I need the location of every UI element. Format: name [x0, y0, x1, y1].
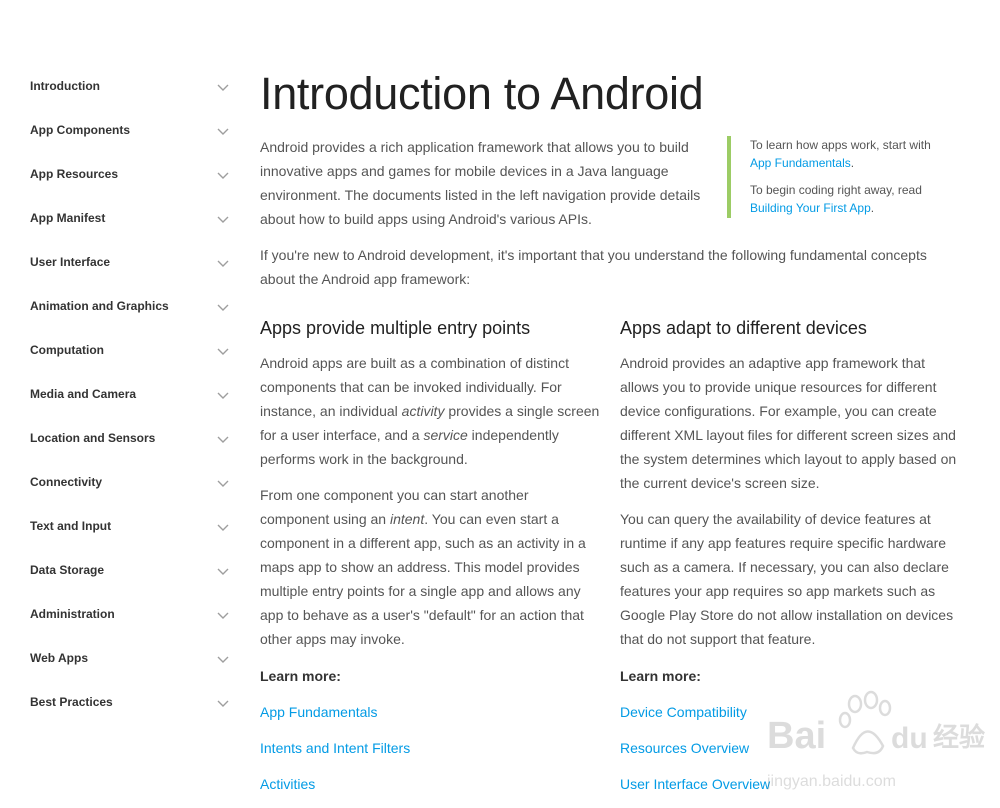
learn-more-links: Device Compatibility Resources Overview …	[620, 700, 960, 796]
sidebar-item-label: App Manifest	[30, 211, 106, 225]
section-heading: Apps adapt to different devices	[620, 318, 867, 338]
sidebar-item-user-interface[interactable]: User Interface	[0, 242, 240, 286]
sidebar-item-media-and-camera[interactable]: Media and Camera	[0, 374, 240, 418]
sidebar-item-animation-and-graphics[interactable]: Animation and Graphics	[0, 286, 240, 330]
callout-text: To begin coding right away, read	[750, 183, 922, 197]
chevron-down-icon	[217, 392, 229, 399]
learn-more-link-activities[interactable]: Activities	[260, 772, 600, 796]
chevron-down-icon	[217, 260, 229, 267]
building-first-app-link[interactable]: Building Your First App	[750, 201, 871, 215]
sidebar-item-label: Animation and Graphics	[30, 299, 169, 313]
chevron-down-icon	[217, 656, 229, 663]
chevron-down-icon	[217, 524, 229, 531]
main-content: Introduction to Android Android provides…	[260, 0, 980, 800]
sidebar-item-label: Administration	[30, 607, 115, 621]
sidebar-item-label: Data Storage	[30, 563, 105, 577]
chevron-down-icon	[217, 304, 229, 311]
chevron-down-icon	[217, 172, 229, 179]
callout-line-1: To learn how apps work, start with App F…	[750, 138, 931, 170]
concepts-intro-paragraph: If you're new to Android development, it…	[260, 247, 927, 287]
chevron-down-icon	[217, 348, 229, 355]
page-title: Introduction to Android	[260, 68, 704, 119]
learn-more-label: Learn more:	[260, 668, 341, 684]
chevron-down-icon	[217, 568, 229, 575]
emphasis-text: service	[423, 427, 468, 443]
app-fundamentals-link[interactable]: App Fundamentals	[750, 156, 851, 170]
section-paragraph: From one component you can start another…	[260, 483, 600, 651]
sidebar-item-location-and-sensors[interactable]: Location and Sensors	[0, 418, 240, 462]
chevron-down-icon	[217, 612, 229, 619]
sidebar-item-administration[interactable]: Administration	[0, 594, 240, 638]
learn-more-link-app-fundamentals[interactable]: App Fundamentals	[260, 700, 600, 724]
callout-box: To learn how apps work, start with App F…	[727, 136, 980, 218]
learn-more-link-resources-overview[interactable]: Resources Overview	[620, 736, 960, 760]
intro-paragraph: Android provides a rich application fram…	[260, 139, 701, 227]
sidebar-item-label: Web Apps	[30, 651, 89, 665]
sidebar-item-label: Best Practices	[30, 695, 113, 709]
sidebar-item-label: App Components	[30, 123, 130, 137]
section-paragraph: Android apps are built as a combination …	[260, 351, 600, 471]
learn-more-link-intents[interactable]: Intents and Intent Filters	[260, 736, 600, 760]
sidebar-item-computation[interactable]: Computation	[0, 330, 240, 374]
learn-more-link-ui-overview[interactable]: User Interface Overview	[620, 772, 960, 796]
sidebar-item-label: App Resources	[30, 167, 119, 181]
section-paragraph: Android provides an adaptive app framewo…	[620, 355, 957, 491]
section-heading: Apps provide multiple entry points	[260, 318, 531, 338]
sidebar-item-label: Connectivity	[30, 475, 103, 489]
sidebar-item-label: Location and Sensors	[30, 431, 156, 445]
emphasis-text: activity	[401, 403, 445, 419]
sidebar-item-label: Text and Input	[30, 519, 112, 533]
sidebar-item-connectivity[interactable]: Connectivity	[0, 462, 240, 506]
sidebar-item-label: Introduction	[30, 79, 100, 93]
sidebar-item-label: Media and Camera	[30, 387, 137, 401]
sidebar-item-app-manifest[interactable]: App Manifest	[0, 198, 240, 242]
sidebar-item-app-resources[interactable]: App Resources	[0, 154, 240, 198]
learn-more-links: App Fundamentals Intents and Intent Filt…	[260, 700, 600, 796]
callout-line-2: To begin coding right away, read Buildin…	[750, 183, 922, 215]
callout-text: To learn how apps work, start with	[750, 138, 931, 152]
emphasis-text: intent	[389, 511, 425, 527]
sidebar-item-data-storage[interactable]: Data Storage	[0, 550, 240, 594]
chevron-down-icon	[217, 216, 229, 223]
sidebar-item-introduction[interactable]: Introduction	[0, 66, 240, 110]
sidebar-item-text-and-input[interactable]: Text and Input	[0, 506, 240, 550]
learn-more-link-device-compatibility[interactable]: Device Compatibility	[620, 700, 960, 724]
chevron-down-icon	[217, 84, 229, 91]
section-paragraph: You can query the availability of device…	[620, 511, 954, 647]
learn-more-label: Learn more:	[620, 668, 701, 684]
sidebar-item-best-practices[interactable]: Best Practices	[0, 682, 240, 726]
sidebar-item-label: Computation	[30, 343, 104, 357]
sidebar-item-app-components[interactable]: App Components	[0, 110, 240, 154]
chevron-down-icon	[217, 480, 229, 487]
chevron-down-icon	[217, 436, 229, 443]
sidebar-item-label: User Interface	[30, 255, 111, 269]
chevron-down-icon	[217, 700, 229, 707]
sidebar-nav: Introduction App Components App Resource…	[0, 66, 240, 726]
chevron-down-icon	[217, 128, 229, 135]
adapt-devices-section: Apps adapt to different devices Android …	[620, 316, 960, 808]
text-span: . You can even start a component in a di…	[260, 511, 586, 647]
entry-points-section: Apps provide multiple entry points Andro…	[260, 316, 600, 808]
sidebar-item-web-apps[interactable]: Web Apps	[0, 638, 240, 682]
